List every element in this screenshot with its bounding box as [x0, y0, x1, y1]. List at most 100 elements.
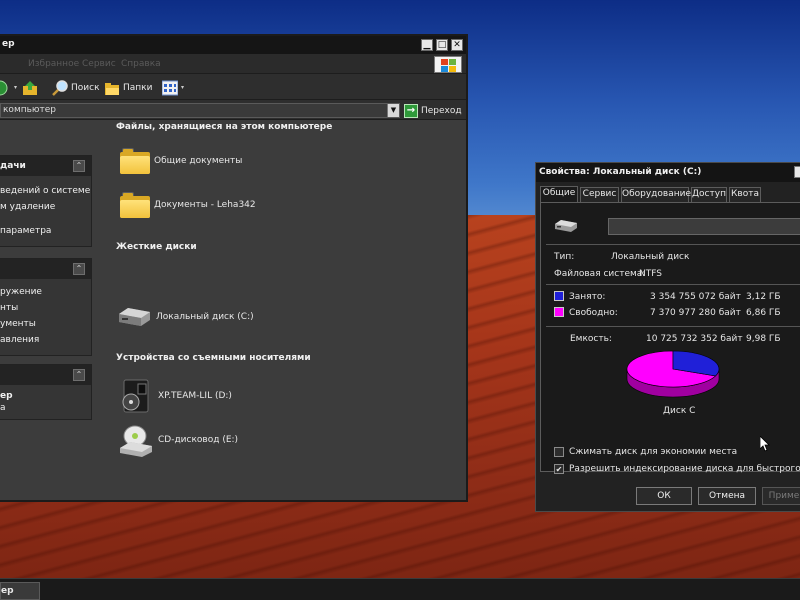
help-button[interactable]: [794, 166, 800, 178]
disk-usage-pie: [626, 350, 720, 398]
used-label: Занято:: [569, 292, 606, 302]
system-tasks-header[interactable]: дачи ⌃: [0, 156, 91, 176]
properties-dialog: Свойства: Локальный диск (C:) Общие Серв…: [535, 162, 800, 512]
content-area: Файлы, хранящиеся на этом компьютере Общ…: [110, 120, 464, 500]
close-icon: ✕: [453, 40, 461, 50]
system-tasks-title: дачи: [0, 161, 26, 171]
separator: [546, 244, 800, 245]
mouse-cursor-icon: [760, 436, 770, 452]
separator: [546, 326, 800, 327]
minimize-button[interactable]: ▁: [421, 39, 433, 51]
up-folder-button[interactable]: [22, 79, 38, 96]
drive-d[interactable]: XP.TEAM-LIL (D:): [118, 378, 232, 414]
collapse-chevron-icon[interactable]: ⌃: [73, 263, 85, 275]
free-label: Свободно:: [569, 308, 618, 318]
task-link-system-info[interactable]: ведений о системе: [0, 186, 90, 196]
folder-shared-documents[interactable]: Общие документы: [120, 148, 242, 174]
drive-e[interactable]: CD-дисковод (E:): [118, 422, 238, 458]
task-link-settings[interactable]: параметра: [0, 226, 51, 236]
other-places-header[interactable]: ⌃: [0, 259, 91, 279]
address-dropdown-button[interactable]: ▼: [387, 104, 399, 117]
collapse-chevron-icon[interactable]: ⌃: [73, 160, 85, 172]
collapse-chevron-icon[interactable]: ⌃: [73, 369, 85, 381]
free-space-swatch: [554, 307, 564, 317]
place-link-shared-documents[interactable]: ументы: [0, 319, 36, 329]
address-value: компьютер: [3, 105, 56, 115]
compress-label: Сжимать диск для экономии места: [569, 447, 738, 457]
close-button[interactable]: ✕: [451, 39, 463, 51]
task-link-uninstall[interactable]: м удаление: [0, 202, 55, 212]
folder-icon: [120, 192, 150, 218]
apply-button[interactable]: Приме: [762, 487, 800, 505]
forward-dropdown[interactable]: ▾: [14, 79, 17, 96]
type-value: Локальный диск: [611, 252, 690, 262]
go-arrow-icon: →: [404, 103, 418, 118]
details-name: ер: [0, 391, 13, 401]
capacity-gb: 9,98 ГБ: [746, 334, 781, 344]
folder-user-documents[interactable]: Документы - Leha342: [120, 192, 256, 218]
item-label: Документы - Leha342: [154, 200, 256, 210]
go-label: Переход: [421, 105, 462, 116]
drive-c[interactable]: Локальный диск (C:): [116, 304, 254, 330]
tab-quota[interactable]: Квота: [729, 187, 761, 202]
filesystem-label: Файловая система:: [554, 269, 646, 279]
folders-button[interactable]: Папки: [104, 79, 152, 96]
free-bytes: 7 370 977 280 байт: [650, 308, 741, 318]
folders-label: Папки: [123, 82, 153, 93]
place-link-network[interactable]: ружение: [0, 287, 42, 297]
menu-bar: Избранное Сервис Справка: [0, 54, 466, 74]
checkmark-icon: ✔: [555, 465, 563, 474]
search-button[interactable]: Поиск: [52, 79, 100, 96]
place-link-documents[interactable]: нты: [0, 303, 18, 313]
properties-title: Свойства: Локальный диск (C:): [539, 167, 702, 177]
back-button[interactable]: [0, 79, 8, 96]
tab-sharing[interactable]: Доступ: [691, 187, 727, 202]
hard-drive-icon: [116, 304, 152, 330]
taskbar-button-explorer[interactable]: ер: [0, 582, 40, 600]
capacity-bytes: 10 725 732 352 байт: [646, 334, 743, 344]
drive-name-input[interactable]: [608, 218, 800, 235]
explorer-titlebar[interactable]: ер ▁ □ ✕: [0, 36, 466, 54]
details-header[interactable]: ⌃: [0, 365, 91, 385]
tab-service[interactable]: Сервис: [580, 187, 619, 202]
go-button[interactable]: → Переход: [404, 103, 462, 118]
section-title-files: Файлы, хранящиеся на этом компьютере: [116, 122, 333, 132]
address-input[interactable]: компьютер ▼: [0, 103, 400, 118]
ok-button[interactable]: ОК: [636, 487, 692, 505]
drive-icon: [554, 218, 578, 234]
up-folder-icon: [22, 80, 38, 96]
capacity-label: Емкость:: [570, 334, 612, 344]
views-grid-icon: [161, 80, 179, 96]
index-checkbox[interactable]: ✔: [554, 464, 564, 474]
menu-tools[interactable]: Сервис: [82, 59, 116, 69]
windows-logo-icon: [434, 56, 462, 73]
chevron-down-icon: ▼: [390, 106, 397, 114]
search-label: Поиск: [71, 82, 100, 93]
used-space-swatch: [554, 291, 564, 301]
compress-checkbox[interactable]: [554, 447, 564, 457]
tab-hardware[interactable]: Оборудование: [621, 187, 691, 202]
dvd-drive-icon: [118, 378, 154, 414]
toolbar: ▾ Поиск Папки ▾: [0, 74, 466, 100]
maximize-button[interactable]: □: [436, 39, 448, 51]
explorer-window: ер ▁ □ ✕ Избранное Сервис Справка ▾ Поис…: [0, 34, 468, 502]
filesystem-value: NTFS: [639, 269, 662, 279]
folders-icon: [104, 80, 120, 96]
views-button[interactable]: ▾: [161, 79, 184, 96]
section-title-removable: Устройства со съемными носителями: [116, 353, 311, 363]
index-label: Разрешить индексирование диска для быстр…: [569, 464, 800, 474]
properties-titlebar[interactable]: Свойства: Локальный диск (C:): [536, 163, 800, 182]
folder-icon: [120, 148, 150, 174]
system-tasks-panel: дачи ⌃ ведений о системе м удаление пара…: [0, 155, 92, 247]
menu-favorites[interactable]: Избранное: [28, 59, 79, 69]
place-link-control-panel[interactable]: авления: [0, 335, 39, 345]
used-bytes: 3 354 755 072 байт: [650, 292, 741, 302]
address-bar: компьютер ▼ → Переход: [0, 100, 466, 120]
free-gb: 6,86 ГБ: [746, 308, 781, 318]
cancel-button[interactable]: Отмена: [698, 487, 756, 505]
other-places-panel: ⌃ ружение нты ументы авления: [0, 258, 92, 356]
tab-general[interactable]: Общие: [540, 186, 578, 203]
explorer-title: ер: [2, 39, 15, 49]
menu-help[interactable]: Справка: [121, 59, 161, 69]
type-label: Тип:: [554, 252, 575, 262]
